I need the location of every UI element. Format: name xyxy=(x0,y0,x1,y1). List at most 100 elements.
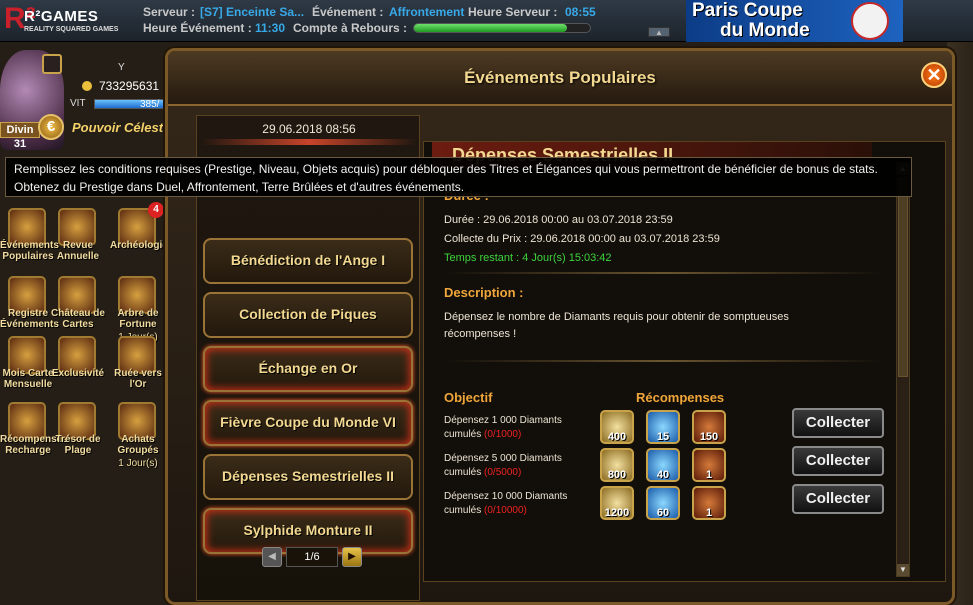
event-button[interactable]: Bénédiction de l'Ange I xyxy=(203,238,413,284)
description-line1: Dépensez le nombre de Diamants requis po… xyxy=(444,311,789,323)
events-icon[interactable]: Événements Populaires xyxy=(0,202,59,268)
scrollbar[interactable]: ▲ ▼ xyxy=(896,162,910,577)
collect-button[interactable]: Collecter xyxy=(792,484,884,514)
diamond-reward-icon[interactable]: 60 xyxy=(646,486,680,520)
collapse-up-arrow-icon[interactable]: ▲ xyxy=(648,27,670,37)
tooltip: Remplissez les conditions requises (Pres… xyxy=(5,157,912,197)
chest-reward-icon[interactable]: 1 xyxy=(692,486,726,520)
scroll-thumb[interactable] xyxy=(898,177,908,377)
current-date: 29.06.2018 08:56 xyxy=(262,122,356,136)
archeology-icon[interactable]: Archéologie 4 xyxy=(110,202,168,268)
logo-tagline: REALITY SQUARED GAMES xyxy=(24,26,119,33)
prev-page-arrow-icon[interactable]: ◀ xyxy=(262,547,282,567)
reward-row: Dépensez 10 000 Diamants cumulés (0/1000… xyxy=(444,484,904,524)
side-icon-label: Événements Populaires xyxy=(0,240,59,262)
gold-rush-icon[interactable]: Ruée vers l'Or xyxy=(110,330,166,396)
vit-bar xyxy=(94,99,172,109)
side-icon-label: Ruée vers l'Or xyxy=(114,368,162,390)
event-button[interactable]: Échange en Or xyxy=(203,346,413,392)
event-value[interactable]: Affrontement xyxy=(389,5,464,19)
server-label: Serveur : xyxy=(143,5,196,19)
event-button[interactable]: Collection de Piques xyxy=(203,292,413,338)
beach-treasure-icon[interactable]: Trésor de Plage xyxy=(50,396,106,462)
side-icon-label: Arbre de Fortune xyxy=(117,308,159,330)
description-heading: Description : xyxy=(444,285,524,300)
side-icon-label: Château de Cartes xyxy=(51,308,105,330)
next-page-arrow-icon[interactable]: ▶ xyxy=(342,547,362,567)
event-label: Événement : xyxy=(312,5,384,19)
close-icon[interactable]: ✕ xyxy=(921,62,947,88)
vit-label: VIT xyxy=(70,98,86,109)
page-indicator: 1/6 xyxy=(286,547,338,567)
remaining-time: Temps restant : 4 Jour(s) 15:03:42 xyxy=(444,252,612,264)
reward-row: Dépensez 1 000 Diamants cumulés (0/1000)… xyxy=(444,408,904,448)
side-icon-label: Revue Annuelle xyxy=(56,240,100,262)
collect-line: Collecte du Prix : 29.06.2018 00:00 au 0… xyxy=(444,233,720,245)
player-name: Y xyxy=(118,62,125,73)
recharge-rewards-icon[interactable]: Récompenses Recharge xyxy=(0,396,68,462)
group-buy-icon[interactable]: Achats Groupés 1 Jour(s) xyxy=(110,396,166,469)
modal-header: Événements Populaires ✕ xyxy=(168,51,952,106)
countdown-label: Compte à Rebours : xyxy=(293,21,408,35)
gold-reward-icon[interactable]: 800 xyxy=(600,448,634,482)
side-icon-label: Mois Carte Mensuelle xyxy=(2,368,54,390)
banner-line2: du Monde xyxy=(720,20,810,41)
side-icon-label: Exclusivité xyxy=(51,368,105,379)
side-icon-label: Registre Événements xyxy=(0,308,59,330)
gold-amount: 733295631 xyxy=(99,79,160,93)
objective-progress: (0/10000) xyxy=(484,505,527,516)
countdown-bar xyxy=(413,23,591,33)
separator xyxy=(444,360,884,362)
event-time-label: Heure Événement : xyxy=(143,21,252,35)
side-icon-label: Achats Groupés xyxy=(117,434,159,456)
popular-events-modal: Événements Populaires ✕ 29.06.2018 08:56… xyxy=(165,48,955,605)
collect-button[interactable]: Collecter xyxy=(792,408,884,438)
server-value[interactable]: [S7] Enceinte Sa... xyxy=(200,5,304,19)
duration-line: Durée : 29.06.2018 00:00 au 03.07.2018 2… xyxy=(444,214,673,226)
objective-progress: (0/5000) xyxy=(484,467,522,478)
player-title[interactable]: Pouvoir Céleste xyxy=(72,120,170,135)
gold-reward-icon[interactable]: 1200 xyxy=(600,486,634,520)
monthly-card-icon[interactable]: Mois Carte Mensuelle xyxy=(0,330,56,396)
description-line2: récompenses ! xyxy=(444,328,517,340)
gold-coin-icon xyxy=(82,81,92,91)
fortune-tree-icon[interactable]: Arbre de Fortune1 Jour(s) xyxy=(110,270,166,343)
card-castle-icon[interactable]: Château de Cartes xyxy=(50,270,106,336)
server-time-label: Heure Serveur : xyxy=(468,5,558,19)
divider xyxy=(201,139,417,145)
scroll-down-arrow-icon[interactable]: ▼ xyxy=(897,564,909,576)
notification-badge: 4 xyxy=(148,202,164,218)
euro-coin-icon[interactable]: € xyxy=(38,114,64,140)
exclusive-icon[interactable]: Exclusivité xyxy=(50,330,106,396)
annual-review-icon[interactable]: Revue Annuelle xyxy=(50,202,106,268)
modal-title: Événements Populaires xyxy=(464,68,656,87)
event-button-selected[interactable]: Dépenses Semestrielles II xyxy=(203,454,413,500)
menu-square-icon[interactable] xyxy=(42,54,62,74)
countdown-fill xyxy=(414,24,568,32)
diamond-reward-icon[interactable]: 15 xyxy=(646,410,680,444)
side-icon-label: Trésor de Plage xyxy=(55,434,101,456)
chest-reward-icon[interactable]: 1 xyxy=(692,448,726,482)
diamond-reward-icon[interactable]: 40 xyxy=(646,448,680,482)
objective-heading: Objectif xyxy=(444,390,493,405)
rank-label: Divin 31 xyxy=(0,122,40,150)
separator xyxy=(444,272,884,274)
objective-text: Dépensez 1 000 Diamants cumulés (0/1000) xyxy=(444,414,594,442)
collect-button[interactable]: Collecter xyxy=(792,446,884,476)
world-cup-banner[interactable]: Paris Coupe du Monde xyxy=(686,0,903,42)
tooltip-line2: Obtenez du Prestige dans Duel, Affrontem… xyxy=(14,180,465,194)
registry-icon[interactable]: Registre Événements xyxy=(0,270,59,336)
objective-text: Dépensez 5 000 Diamants cumulés (0/5000) xyxy=(444,452,594,480)
vit-value: 385/ xyxy=(140,99,160,110)
objective-progress: (0/1000) xyxy=(484,429,522,440)
event-button[interactable]: Fièvre Coupe du Monde VI xyxy=(203,400,413,446)
reward-row: Dépensez 5 000 Diamants cumulés (0/5000)… xyxy=(444,446,904,486)
logo-name: R²GAMES xyxy=(24,8,99,25)
server-time-value: 08:55 xyxy=(565,5,596,19)
banner-line1: Paris Coupe xyxy=(692,0,803,21)
event-time-value: 11:30 xyxy=(255,21,286,35)
mascot-dog-icon xyxy=(851,2,889,40)
side-icon-label: Archéologie xyxy=(110,240,168,251)
gold-reward-icon[interactable]: 400 xyxy=(600,410,634,444)
chest-reward-icon[interactable]: 150 xyxy=(692,410,726,444)
